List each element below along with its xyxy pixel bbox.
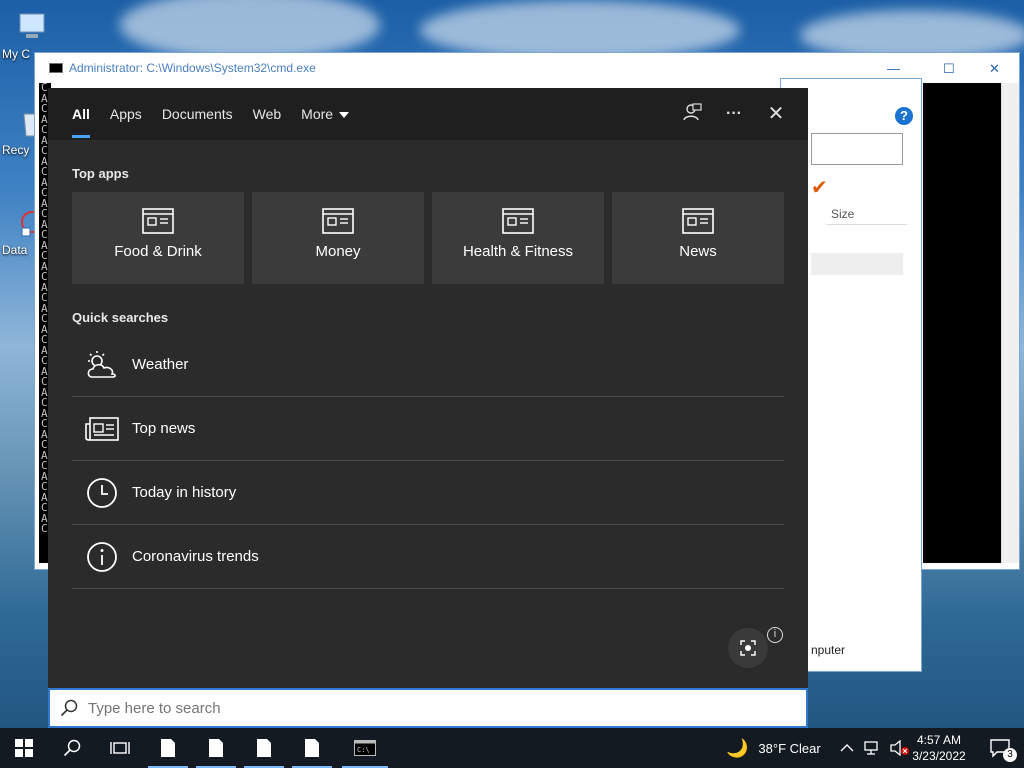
quick-search-label: Top news <box>132 420 196 437</box>
file-icon <box>161 739 175 757</box>
clock-time: 4:57 AM <box>916 733 962 747</box>
taskbar-app-file-4[interactable] <box>288 728 336 768</box>
search-box[interactable] <box>48 688 808 728</box>
cmd-scrollbar[interactable] <box>1001 83 1019 563</box>
info-button[interactable]: i <box>767 627 783 643</box>
caret-down-icon <box>339 112 350 119</box>
file-icon <box>257 739 271 757</box>
maximize-button[interactable]: ☐ <box>943 61 955 77</box>
taskbar-app-file-2[interactable] <box>192 728 240 768</box>
minimize-button[interactable]: — <box>887 61 900 76</box>
taskbar-app-file-3[interactable] <box>240 728 288 768</box>
search-input[interactable] <box>88 699 748 717</box>
taskbar-search-button[interactable] <box>48 728 96 768</box>
taskbar: C:\ 🌙 38°F Clear 4:57 AM 3/23/2022 3 <box>0 728 1024 768</box>
news-icon <box>72 416 132 442</box>
volume-muted-icon[interactable] <box>890 740 910 756</box>
top-app-news[interactable]: News <box>612 192 784 284</box>
tab-documents[interactable]: Documents <box>152 88 243 140</box>
notification-center-button[interactable]: 3 <box>980 728 1020 768</box>
close-icon[interactable]: ✕ <box>764 102 788 126</box>
moon-icon: 🌙 <box>726 737 749 758</box>
cmd-icon: C:\ <box>354 740 376 756</box>
weather-text: 38°F Clear <box>758 740 821 756</box>
taskbar-app-cmd[interactable]: C:\ <box>338 728 392 768</box>
search-tabs: All Apps Documents Web More ··· ✕ <box>48 88 808 140</box>
tab-apps[interactable]: Apps <box>100 88 152 140</box>
column-header-size[interactable]: Size <box>827 203 907 225</box>
weather-widget[interactable]: 🌙 38°F Clear <box>726 728 821 768</box>
weather-icon <box>72 350 132 380</box>
app-tile-icon <box>322 208 354 234</box>
clock[interactable]: 4:57 AM 3/23/2022 <box>908 728 970 768</box>
search-icon <box>63 739 81 757</box>
clock-icon <box>72 477 132 509</box>
address-field[interactable] <box>811 133 903 165</box>
task-view-button[interactable] <box>96 728 144 768</box>
more-options-icon[interactable]: ··· <box>722 102 746 126</box>
quick-search-today-in-history[interactable]: Today in history <box>72 461 784 525</box>
app-tile-label: Food & Drink <box>114 243 202 260</box>
taskbar-app-file-1[interactable] <box>144 728 192 768</box>
task-view-icon <box>110 742 130 754</box>
help-icon[interactable]: ? <box>895 107 913 125</box>
tab-web[interactable]: Web <box>243 88 292 140</box>
quick-search-coronavirus-trends[interactable]: Coronavirus trends <box>72 525 784 589</box>
app-tile-label: Health & Fitness <box>462 243 574 260</box>
notification-badge: 3 <box>1003 748 1017 762</box>
quick-search-label: Coronavirus trends <box>132 548 259 565</box>
app-tile-icon <box>682 208 714 234</box>
search-icon <box>60 699 78 717</box>
app-tile-icon <box>142 208 174 234</box>
list-row[interactable] <box>811 253 903 275</box>
quick-search-weather[interactable]: Weather <box>72 333 784 397</box>
start-button[interactable] <box>0 728 48 768</box>
system-tray <box>840 728 910 768</box>
file-icon <box>209 739 223 757</box>
screenshot-search-button[interactable] <box>728 628 768 668</box>
search-panel: All Apps Documents Web More ··· ✕ Top ap… <box>48 88 808 688</box>
feedback-icon[interactable] <box>680 102 704 126</box>
tab-more[interactable]: More <box>291 88 359 140</box>
quick-search-label: Weather <box>132 356 189 373</box>
status-text: nputer <box>811 643 846 657</box>
app-tile-label: News <box>679 243 717 260</box>
quick-searches-heading: Quick searches <box>72 310 169 325</box>
top-app-food-drink[interactable]: Food & Drink <box>72 192 244 284</box>
windows-logo-icon <box>15 739 33 757</box>
info-icon <box>72 541 132 573</box>
checkmark-icon[interactable]: ✔ <box>811 175 828 200</box>
svg-text:C:\: C:\ <box>357 746 370 754</box>
clock-date: 3/23/2022 <box>912 749 966 763</box>
app-tile-label: Money <box>315 243 361 260</box>
computer-icon <box>19 13 45 38</box>
app-tile-icon <box>502 208 534 234</box>
tab-all[interactable]: All <box>62 88 100 140</box>
quick-search-label: Today in history <box>132 484 237 501</box>
top-app-money[interactable]: Money <box>252 192 424 284</box>
top-app-health-fitness[interactable]: Health & Fitness <box>432 192 604 284</box>
camera-scan-icon <box>740 640 756 656</box>
cloud <box>420 0 740 60</box>
close-button[interactable]: ✕ <box>989 61 1000 77</box>
cloud <box>120 0 380 60</box>
chevron-up-icon[interactable] <box>840 743 854 753</box>
file-icon <box>305 739 319 757</box>
top-apps-heading: Top apps <box>72 166 129 181</box>
cmd-title: Administrator: C:\Windows\System32\cmd.e… <box>69 61 316 75</box>
network-icon[interactable] <box>864 741 882 755</box>
quick-search-top-news[interactable]: Top news <box>72 397 784 461</box>
cmd-icon <box>49 63 63 73</box>
